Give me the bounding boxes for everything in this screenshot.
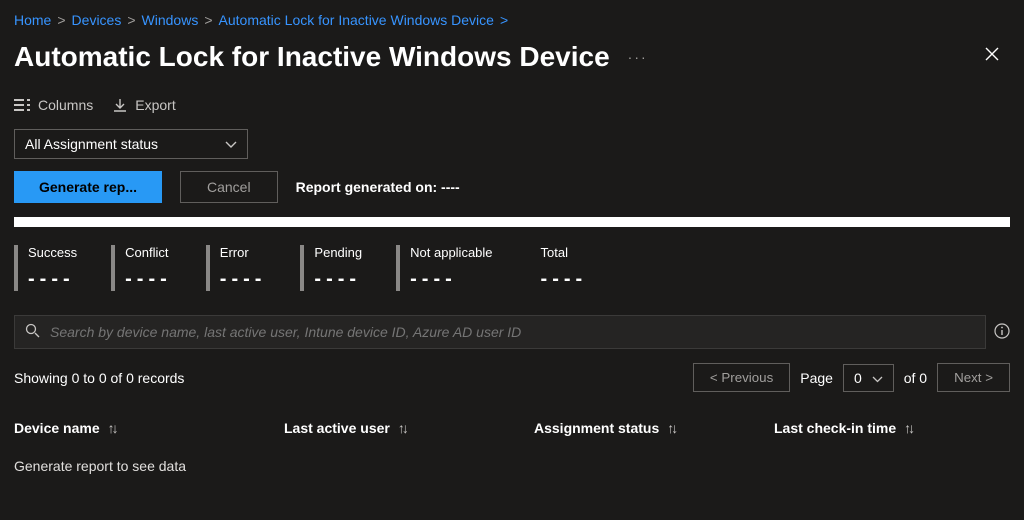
breadcrumb-windows[interactable]: Windows xyxy=(142,12,199,28)
column-label: Last check-in time xyxy=(774,420,896,436)
stat-accent-bar xyxy=(527,245,531,291)
chevron-down-icon xyxy=(872,370,883,386)
assignment-status-filter[interactable]: All Assignment status xyxy=(14,129,248,159)
table-empty-message: Generate report to see data xyxy=(14,446,1010,474)
breadcrumb-home[interactable]: Home xyxy=(14,12,51,28)
stat-accent-bar xyxy=(206,245,210,291)
search-icon xyxy=(25,323,40,341)
stat-label: Total xyxy=(541,245,588,260)
stat-value: ---- xyxy=(28,268,77,291)
stat-value: ---- xyxy=(541,268,588,291)
records-count: Showing 0 to 0 of 0 records xyxy=(14,370,184,386)
stat-success: Success ---- xyxy=(14,245,77,291)
stat-accent-bar xyxy=(300,245,304,291)
search-box[interactable] xyxy=(14,315,986,349)
stat-value: ---- xyxy=(220,268,267,291)
stat-accent-bar xyxy=(396,245,400,291)
sort-icon: ↑↓ xyxy=(108,420,116,436)
page-selector[interactable]: 0 xyxy=(843,364,894,392)
current-page: 0 xyxy=(854,370,862,386)
chevron-right-icon: > xyxy=(204,12,212,28)
filter-selected-value: All Assignment status xyxy=(25,136,158,152)
next-page-button[interactable]: Next > xyxy=(937,363,1010,392)
column-last-checkin[interactable]: Last check-in time ↑↓ xyxy=(774,420,1010,436)
cancel-button[interactable]: Cancel xyxy=(180,171,278,203)
stat-label: Success xyxy=(28,245,77,260)
page-title: Automatic Lock for Inactive Windows Devi… xyxy=(14,41,610,73)
download-icon xyxy=(113,98,127,112)
column-last-active-user[interactable]: Last active user ↑↓ xyxy=(284,420,524,436)
columns-button[interactable]: Columns xyxy=(14,97,93,113)
progress-bar xyxy=(14,217,1010,227)
column-label: Last active user xyxy=(284,420,390,436)
breadcrumb-current[interactable]: Automatic Lock for Inactive Windows Devi… xyxy=(219,12,494,28)
sort-icon: ↑↓ xyxy=(398,420,406,436)
page-of-label: of 0 xyxy=(904,370,927,386)
breadcrumb-devices[interactable]: Devices xyxy=(72,12,122,28)
info-icon[interactable] xyxy=(994,323,1010,342)
stat-accent-bar xyxy=(111,245,115,291)
stat-not-applicable: Not applicable ---- xyxy=(396,245,492,291)
sort-icon: ↑↓ xyxy=(904,420,912,436)
generate-report-button[interactable]: Generate rep... xyxy=(14,171,162,203)
stat-label: Not applicable xyxy=(410,245,492,260)
chevron-right-icon: > xyxy=(57,12,65,28)
close-icon[interactable] xyxy=(974,40,1010,73)
stat-label: Pending xyxy=(314,245,362,260)
stat-conflict: Conflict ---- xyxy=(111,245,172,291)
stat-label: Error xyxy=(220,245,267,260)
page-label: Page xyxy=(800,370,833,386)
stat-value: ---- xyxy=(410,268,492,291)
stat-pending: Pending ---- xyxy=(300,245,362,291)
sort-icon: ↑↓ xyxy=(667,420,675,436)
chevron-right-icon: > xyxy=(500,12,508,28)
stats-row: Success ---- Conflict ---- Error ---- Pe… xyxy=(14,245,1010,291)
export-button[interactable]: Export xyxy=(113,97,175,113)
table-header: Device name ↑↓ Last active user ↑↓ Assig… xyxy=(14,410,1010,446)
chevron-down-icon xyxy=(225,136,237,152)
stat-error: Error ---- xyxy=(206,245,267,291)
stat-value: ---- xyxy=(314,268,362,291)
columns-icon xyxy=(14,98,30,112)
column-device-name[interactable]: Device name ↑↓ xyxy=(14,420,274,436)
export-label: Export xyxy=(135,97,175,113)
column-label: Assignment status xyxy=(534,420,659,436)
stat-value: ---- xyxy=(125,268,172,291)
report-generated-label: Report generated on: ---- xyxy=(296,179,460,195)
search-input[interactable] xyxy=(50,324,975,340)
stat-accent-bar xyxy=(14,245,18,291)
toolbar: Columns Export xyxy=(14,97,1010,113)
chevron-right-icon: > xyxy=(127,12,135,28)
stat-label: Conflict xyxy=(125,245,172,260)
more-actions-icon[interactable]: ··· xyxy=(628,49,648,65)
column-label: Device name xyxy=(14,420,100,436)
breadcrumb: Home > Devices > Windows > Automatic Loc… xyxy=(14,12,1010,28)
columns-label: Columns xyxy=(38,97,93,113)
previous-page-button[interactable]: < Previous xyxy=(693,363,790,392)
stat-total: Total ---- xyxy=(527,245,588,291)
column-assignment-status[interactable]: Assignment status ↑↓ xyxy=(534,420,764,436)
